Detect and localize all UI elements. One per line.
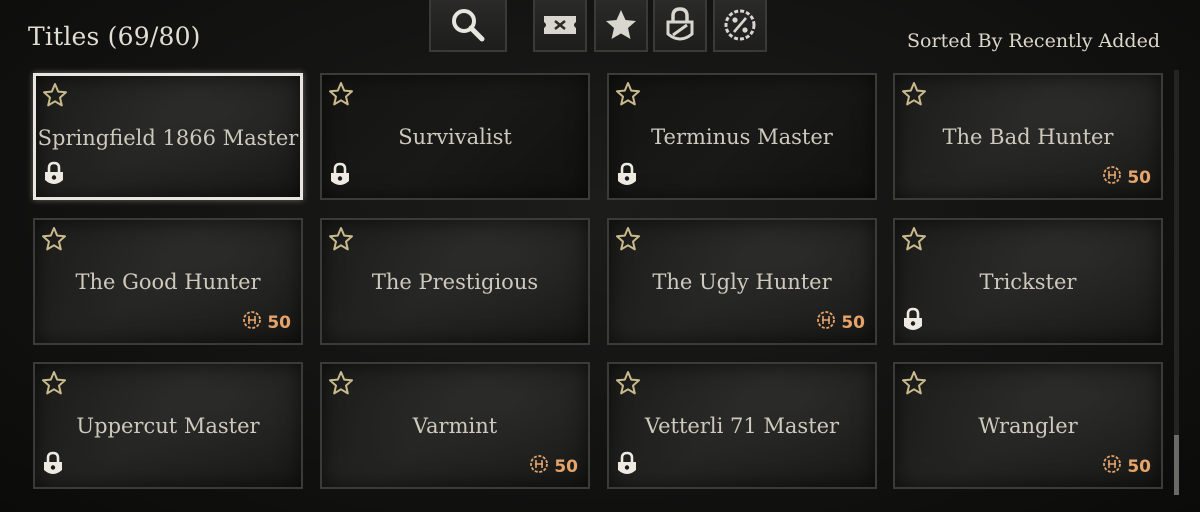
title-card-name: Trickster [979,270,1077,294]
favorite-star-icon[interactable] [901,226,927,256]
cost-value: 50 [1127,167,1151,188]
cost-value: 50 [1127,456,1151,477]
title-card[interactable]: Survivalist [320,73,590,200]
favorite-star-icon[interactable] [328,81,354,111]
title-card-name: Uppercut Master [76,414,260,438]
blood-bonds-cost: 50 [1102,165,1151,190]
favorite-star-icon[interactable] [901,370,927,400]
blood-bonds-cost: 50 [242,310,291,335]
favorite-star-icon[interactable] [328,370,354,400]
title-card[interactable]: The Bad Hunter 50 [893,73,1163,200]
lock-icon [43,161,65,191]
title-card[interactable]: Uppercut Master [33,362,303,489]
star-icon [606,10,636,39]
lock-icon [616,162,638,192]
search-icon [452,9,485,42]
cost-value: 50 [841,312,865,333]
title-card[interactable]: Wrangler 50 [893,362,1163,489]
blood-bonds-icon [529,454,549,479]
blood-bonds-cost: 50 [1102,454,1151,479]
favorite-star-icon[interactable] [615,226,641,256]
favorite-star-icon[interactable] [42,82,68,112]
lock-icon [42,451,64,481]
blood-bonds-cost: 50 [816,310,865,335]
title-card-name: The Ugly Hunter [652,270,832,294]
search-button[interactable] [429,0,507,52]
scrollbar[interactable] [1174,70,1179,495]
cost-value: 50 [267,312,291,333]
locked-filter-button[interactable] [653,0,707,52]
scrollbar-thumb[interactable] [1174,435,1179,495]
title-card[interactable]: Trickster [893,218,1163,345]
blood-bonds-icon [816,310,836,335]
lock-icon [329,162,351,192]
favorite-star-icon[interactable] [615,370,641,400]
favorite-star-icon[interactable] [328,226,354,256]
title-card-name: Wrangler [978,414,1078,438]
blood-bonds-icon [1102,165,1122,190]
favorite-star-icon[interactable] [41,370,67,400]
cost-value: 50 [554,456,578,477]
ticket-icon [544,16,576,34]
favorite-star-icon[interactable] [41,226,67,256]
favorite-star-icon[interactable] [615,81,641,111]
discount-icon [724,9,756,41]
ticket-filter-button[interactable] [533,0,587,52]
title-card-name: Terminus Master [651,125,833,149]
blood-bonds-icon [242,310,262,335]
title-card-name: Survivalist [398,125,512,149]
lock-filter-icon [666,7,694,41]
favorites-filter-button[interactable] [594,0,648,52]
title-card[interactable]: Vetterli 71 Master [607,362,877,489]
title-card[interactable]: Varmint 50 [320,362,590,489]
discount-filter-button[interactable] [713,0,767,52]
title-card[interactable]: The Ugly Hunter 50 [607,218,877,345]
title-card[interactable]: Springfield 1866 Master [33,73,303,200]
blood-bonds-icon [1102,454,1122,479]
title-card[interactable]: The Prestigious [320,218,590,345]
favorite-star-icon[interactable] [901,81,927,111]
title-card-name: The Bad Hunter [942,125,1114,149]
title-card-name: Springfield 1866 Master [37,126,299,150]
title-card-name: The Prestigious [371,270,539,294]
title-card-name: The Good Hunter [75,270,261,294]
filter-toolbar [0,0,1200,56]
title-card[interactable]: Terminus Master [607,73,877,200]
lock-icon [902,307,924,337]
title-card-name: Varmint [412,414,498,438]
lock-icon [616,451,638,481]
title-card[interactable]: The Good Hunter 50 [33,218,303,345]
blood-bonds-cost: 50 [529,454,578,479]
title-card-name: Vetterli 71 Master [644,414,840,438]
